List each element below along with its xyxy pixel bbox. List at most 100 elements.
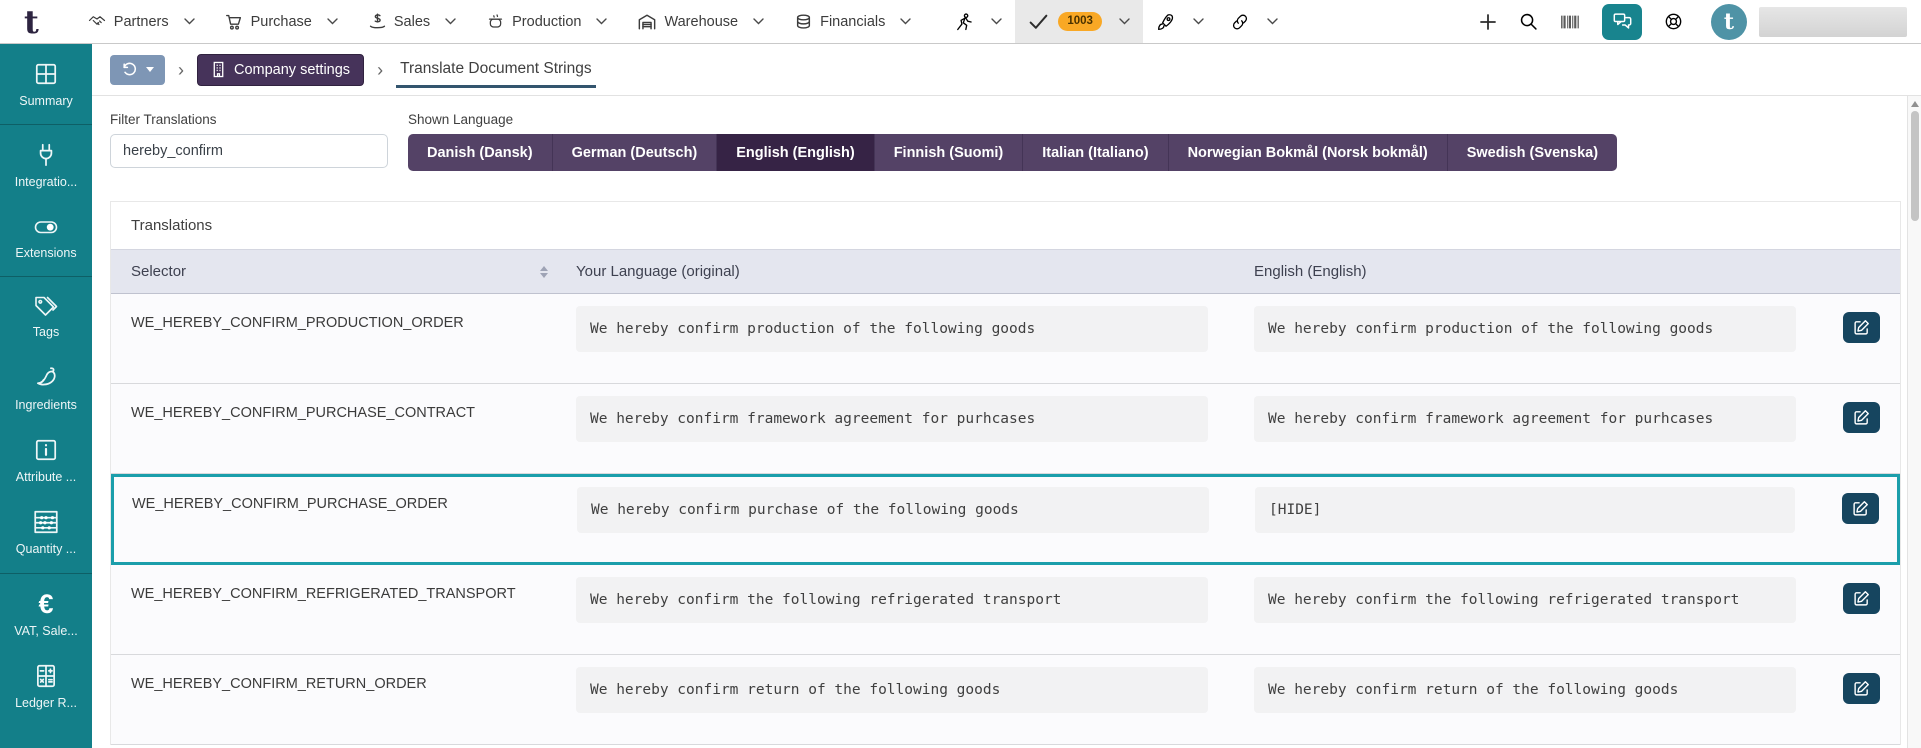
chevron-down-icon [753,18,764,25]
row-translation-text: We hereby confirm the following refriger… [1254,577,1796,623]
row-original-text: We hereby confirm framework agreement fo… [576,396,1208,442]
column-translation: English (English) [1254,263,1367,280]
menu-warehouse[interactable]: Warehouse [637,0,764,43]
chat-button[interactable] [1602,3,1642,40]
menu-financials[interactable]: Financials [794,0,912,43]
table-row: WE_HEREBY_CONFIRM_PURCHASE_CONTRACT We h… [111,384,1900,474]
topbar-action-icons [1479,3,1683,40]
sidebar-item-ingredients[interactable]: Ingredients [0,352,92,424]
warehouse-icon [637,13,657,31]
barcode-button[interactable] [1560,13,1580,31]
edit-translation-button[interactable] [1843,402,1880,433]
language-button[interactable]: Swedish (Svenska) [1447,134,1618,171]
column-original: Your Language (original) [576,263,740,280]
scroll-up-arrow[interactable] [1910,101,1919,107]
history-icon [121,61,138,78]
edit-translation-button[interactable] [1842,493,1879,524]
rocket-icon [1156,12,1176,32]
page-content: Filter Translations Shown Language Danis… [92,96,1921,745]
table-row: WE_HEREBY_CONFIRM_REFRIGERATED_TRANSPORT… [111,565,1900,655]
sidebar-group: Tags Ingredients Attribute ... Quantity ... [0,277,92,574]
pencil-square-icon [1853,319,1870,336]
table-row: WE_HEREBY_CONFIRM_PURCHASE_ORDER We here… [111,474,1900,565]
language-button[interactable]: Norwegian Bokmål (Norsk bokmål) [1168,134,1448,171]
menu-sales[interactable]: Sales [368,0,456,43]
chevron-down-icon [1193,18,1204,25]
language-button[interactable]: Danish (Dansk) [408,134,553,171]
filter-group: Filter Translations [110,112,388,168]
chevron-down-icon [146,67,154,72]
checkmark-menu[interactable]: 1003 [1015,0,1143,43]
user-avatar[interactable]: t [1711,3,1747,40]
cart-icon [225,13,244,31]
menu-label: Sales [393,13,431,30]
row-original-text: We hereby confirm return of the followin… [576,667,1208,713]
sidebar-item-label: Ingredients [15,397,77,412]
menu-partners[interactable]: Partners [87,0,195,43]
filter-translations-input[interactable] [110,134,388,168]
sidebar-item-vat-sale[interactable]: € VAT, Sale... [0,578,92,650]
row-selector: WE_HEREBY_CONFIRM_RETURN_ORDER [131,676,427,692]
language-group: Shown Language Danish (Dansk) German (Deu… [408,112,1618,171]
filter-label: Filter Translations [110,112,217,127]
sidebar-item-attribute[interactable]: Attribute ... [0,424,92,496]
translations-card: Translations Selector Your Language (ori… [110,201,1901,745]
sidebar-item-tags[interactable]: Tags [0,281,92,351]
sidebar-item-ledger-r[interactable]: Ledger R... [0,650,92,722]
menu-label: Purchase [250,13,312,30]
menu-label: Warehouse [664,13,739,30]
topbar-icon-menus: 1003 [941,0,1291,43]
toggle-icon [32,215,60,239]
settings-sidebar: Summary Integratio... Extensions Tags Ingred… [0,44,92,748]
scrollbar-thumb[interactable] [1910,111,1919,221]
sidebar-item-extensions[interactable]: Extensions [0,202,92,272]
language-button[interactable]: English (English) [717,134,875,171]
sidebar-item-summary[interactable]: Summary [0,48,92,120]
menu-purchase[interactable]: Purchase [225,0,338,43]
pepper-icon [33,365,59,391]
edit-translation-button[interactable] [1843,312,1880,343]
user-name-redacted [1759,6,1907,37]
runner-icon [954,12,974,32]
sidebar-item-integratio[interactable]: Integratio... [0,129,92,201]
history-button[interactable] [110,54,165,85]
sidebar-item-quantity[interactable]: Quantity ... [0,496,92,568]
row-selector: WE_HEREBY_CONFIRM_REFRIGERATED_TRANSPORT [131,586,516,602]
tags-icon [33,294,59,318]
sidebar-item-label: VAT, Sale... [14,623,78,638]
sidebar-item-label: Tags [32,325,60,340]
edit-translation-button[interactable] [1843,673,1880,704]
chevron-down-icon [327,18,338,25]
table-row: WE_HEREBY_CONFIRM_RETURN_ORDER We hereby… [111,655,1900,745]
language-button[interactable]: Finnish (Suomi) [874,134,1024,171]
runner-menu[interactable] [941,0,1015,43]
link-menu[interactable] [1217,0,1291,43]
app-logo[interactable]: t [24,6,39,38]
lifebuoy-button[interactable] [1664,12,1683,31]
plus-button[interactable] [1479,13,1497,31]
abacus-icon [32,509,60,535]
menu-label: Partners [113,13,169,30]
search-button[interactable] [1519,12,1538,31]
menu-production[interactable]: Production [486,0,608,43]
row-translation-text: [HIDE] [1255,487,1795,533]
coins-icon [794,13,813,31]
edit-translation-button[interactable] [1843,583,1880,614]
rocket-menu[interactable] [1143,0,1217,43]
chevron-down-icon [991,18,1003,25]
plug-icon [33,142,59,168]
row-original-text: We hereby confirm purchase of the follow… [577,487,1209,533]
card-title: Translations [131,217,213,234]
hand-dollar-icon [368,12,387,31]
vertical-scrollbar[interactable] [1907,96,1921,748]
sidebar-item-label: Extensions [15,245,77,260]
breadcrumb-company-settings[interactable]: Company settings [197,53,365,86]
sort-icon[interactable] [540,265,548,278]
chevron-down-icon [445,18,456,25]
language-button[interactable]: German (Deutsch) [552,134,718,171]
main-area: › Company settings › Translate Document … [92,44,1921,748]
language-button[interactable]: Italian (Italiano) [1023,134,1169,171]
link-icon [1230,13,1250,31]
sidebar-item-label: Summary [19,94,73,108]
row-selector: WE_HEREBY_CONFIRM_PURCHASE_ORDER [132,496,448,512]
